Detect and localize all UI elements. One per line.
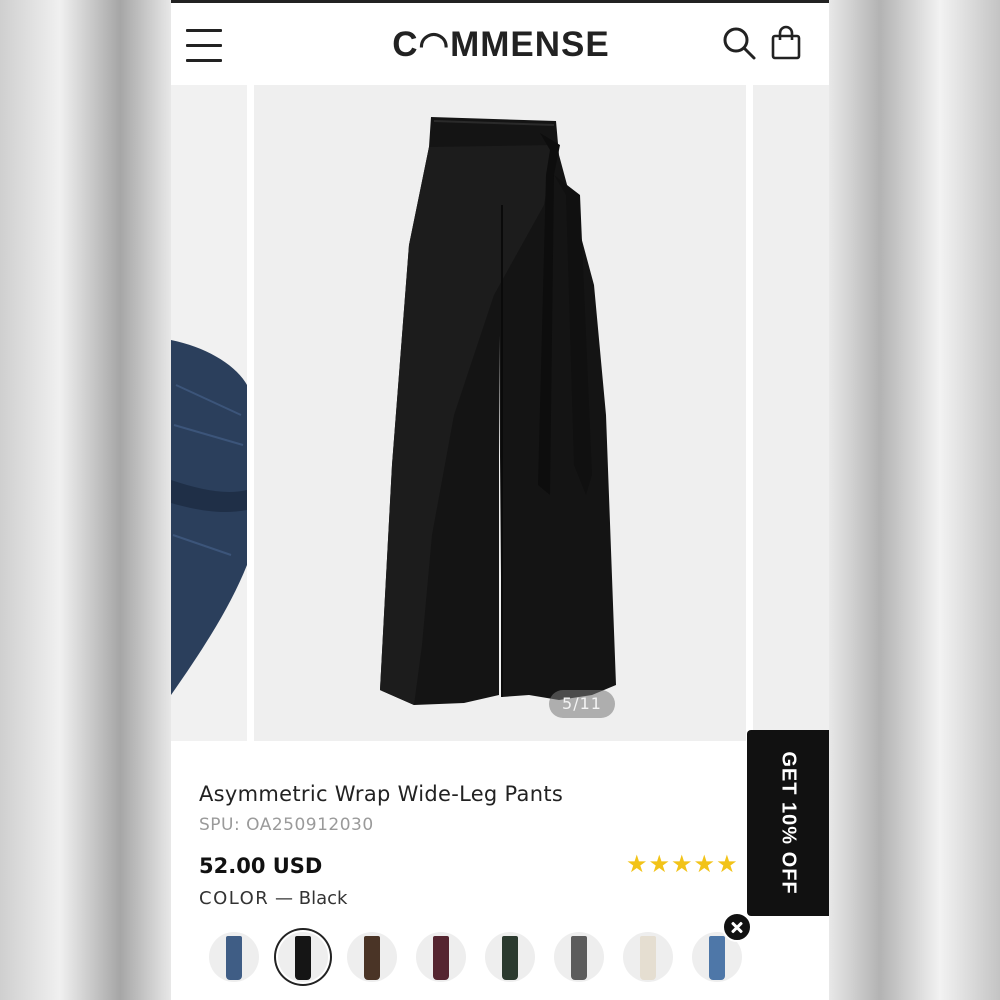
swatch-pants-thumbnail [709, 936, 725, 980]
promo-label: GET 10% OFF [777, 751, 800, 895]
color-swatch[interactable] [347, 932, 397, 982]
color-label: COLOR [199, 888, 270, 909]
color-swatch[interactable] [278, 932, 328, 982]
swatch-pants-thumbnail [640, 936, 656, 980]
main-product-image[interactable]: 5/11 [254, 85, 746, 741]
color-swatches [209, 932, 769, 988]
product-spu: SPU: OA250912030 [199, 815, 374, 835]
color-value: Black [298, 888, 348, 909]
image-counter: 5/11 [549, 690, 615, 718]
site-header: C◠MMENSE [171, 3, 829, 85]
product-price: 52.00 USD [199, 854, 323, 878]
hamburger-menu-icon[interactable] [186, 29, 222, 63]
rating-stars[interactable]: ★★★★★ [626, 850, 739, 878]
swatch-pants-thumbnail [226, 936, 242, 980]
color-swatch[interactable] [416, 932, 466, 982]
color-swatch[interactable] [554, 932, 604, 982]
product-page: C◠MMENSE 5/11 Asymmetric Wrap Wide-Leg P… [171, 0, 829, 1000]
product-title: Asymmetric Wrap Wide-Leg Pants [199, 782, 564, 806]
color-swatch[interactable] [209, 932, 259, 982]
search-icon[interactable] [721, 25, 757, 61]
discount-promo-tab[interactable]: GET 10% OFF [747, 730, 829, 916]
brand-logo[interactable]: C◠MMENSE [381, 25, 621, 65]
color-swatch[interactable] [623, 932, 673, 982]
swatch-pants-thumbnail [295, 936, 311, 980]
product-image-gallery[interactable]: 5/11 [171, 85, 829, 743]
swatch-pants-thumbnail [433, 936, 449, 980]
wide-leg-pants-image [380, 117, 616, 705]
swatch-pants-thumbnail [502, 936, 518, 980]
color-selection-label: COLOR — Black [199, 888, 347, 909]
close-icon[interactable] [722, 912, 752, 942]
previous-product-image[interactable] [171, 85, 247, 741]
color-separator: — [269, 888, 299, 909]
next-product-image[interactable] [753, 85, 829, 741]
swatch-pants-thumbnail [571, 936, 587, 980]
shopping-bag-icon[interactable] [769, 25, 805, 61]
swatch-pants-thumbnail [364, 936, 380, 980]
color-swatch[interactable] [485, 932, 535, 982]
